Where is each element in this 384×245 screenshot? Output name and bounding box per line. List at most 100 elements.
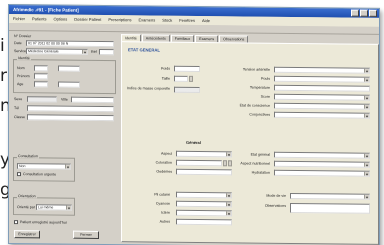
coloration-field[interactable]	[176, 159, 222, 167]
ictere-label: Ictère	[161, 210, 170, 215]
ref-label: Réf	[91, 49, 97, 54]
consultation-select[interactable]: Non	[17, 163, 71, 170]
identity-group-title: Identité	[17, 56, 31, 61]
menu-aide[interactable]: Aide	[202, 16, 210, 25]
menu-fenetres[interactable]: Fenêtres	[179, 16, 195, 25]
ref-field[interactable]	[99, 48, 114, 56]
aspect-nutritionnel-field[interactable]	[274, 160, 370, 168]
menu-fichier[interactable]: Fichier	[13, 14, 25, 23]
orientation-select[interactable]: Lui même	[36, 204, 72, 211]
patient-sidebar: N° Dossier Date 01 07 2011 02 00 00 08 N…	[13, 33, 119, 242]
chevron-down-icon[interactable]	[364, 171, 369, 176]
imc-label: Indice de masse corporelle	[127, 86, 170, 91]
save-button[interactable]: Enregistrer	[14, 230, 40, 239]
section-title: ETAT GENERAL	[128, 47, 160, 53]
chevron-down-icon[interactable]	[364, 77, 369, 82]
chevron-down-icon[interactable]	[66, 205, 71, 210]
temperature-field[interactable]	[274, 84, 370, 92]
orientation-label: Orienté par	[17, 205, 35, 210]
score-label: Score	[260, 94, 270, 99]
age-label: Age	[17, 82, 24, 87]
service-select[interactable]: Médecine Générale	[26, 48, 88, 55]
cyanose-field[interactable]	[176, 200, 232, 208]
nom-field[interactable]	[34, 65, 48, 72]
nom-extra-field[interactable]	[58, 65, 80, 72]
chevron-down-icon[interactable]	[364, 95, 369, 100]
chevron-down-icon[interactable]	[364, 68, 369, 73]
close-form-button[interactable]: Fermer	[73, 230, 99, 239]
menu-options[interactable]: Options	[53, 14, 67, 23]
age-extra-field[interactable]	[58, 81, 80, 88]
file-number-label: N° Dossier	[14, 34, 32, 39]
maximize-button[interactable]	[360, 9, 368, 17]
score-field[interactable]	[274, 93, 370, 101]
ictere-field[interactable]	[176, 209, 232, 217]
prenom-field[interactable]	[34, 73, 48, 80]
chevron-down-icon[interactable]	[226, 211, 231, 216]
chevron-down-icon[interactable]	[82, 49, 87, 54]
hydratation-label: Hydratation	[251, 170, 270, 175]
tel-field[interactable]	[27, 105, 114, 113]
chevron-down-icon[interactable]	[226, 152, 231, 157]
chevron-down-icon[interactable]	[65, 164, 70, 169]
coloration-stepper[interactable]	[223, 160, 227, 167]
pouls-label: Pouls	[261, 76, 270, 81]
chevron-down-icon[interactable]	[364, 194, 369, 199]
menu-dossier[interactable]: Dossier Patient	[74, 15, 101, 24]
observations-field[interactable]	[290, 202, 370, 214]
tension-field[interactable]	[274, 66, 370, 74]
classe-field[interactable]	[27, 114, 114, 122]
chevron-down-icon[interactable]	[364, 162, 369, 167]
minimize-button[interactable]	[351, 9, 359, 17]
date-field[interactable]: 01 07 2011 02 00 00 08 N	[26, 40, 114, 48]
chevron-down-icon[interactable]	[226, 193, 231, 198]
poids-field[interactable]	[174, 65, 200, 73]
ville-field[interactable]	[71, 96, 114, 104]
mode-de-vie-label: Mode de vie	[266, 193, 286, 198]
chevron-down-icon[interactable]	[364, 153, 369, 158]
urgent-checkbox[interactable]	[17, 172, 21, 177]
prenom-label: Prénom	[17, 74, 30, 79]
etat-conscience-field[interactable]	[274, 102, 370, 110]
sexe-field[interactable]	[27, 96, 57, 103]
conjonctives-field[interactable]	[274, 111, 370, 119]
imc-field[interactable]	[174, 86, 200, 94]
menu-stock[interactable]: Stock	[162, 16, 172, 25]
menu-patients[interactable]: Patients	[32, 14, 46, 23]
hydratation-field[interactable]	[274, 169, 370, 177]
general-subtitle: Général	[186, 139, 201, 146]
cyanose-label: Cyanose	[155, 201, 170, 206]
aspect-field[interactable]	[176, 150, 232, 158]
background-letter: i	[0, 36, 5, 56]
aspect-nutritionnel-label: Aspect nutritionnel	[240, 161, 270, 166]
coloration-stepper-2[interactable]	[228, 160, 232, 167]
pouls-field[interactable]	[274, 75, 370, 83]
chevron-down-icon[interactable]	[364, 104, 369, 109]
oedemes-field[interactable]	[176, 168, 232, 176]
menu-prescriptions[interactable]: Prescriptions	[108, 15, 131, 24]
app-window: Afrimedic .#91 - [Fiche Patient] Fichier…	[8, 4, 380, 245]
taille-stepper[interactable]	[189, 75, 193, 82]
orientation-group-title: Orientation	[17, 194, 37, 199]
taille-field[interactable]	[174, 75, 188, 82]
menu-examens[interactable]: Examens	[139, 15, 156, 24]
registered-today-label: Patient enregistré aujourd'hui	[20, 220, 67, 225]
temperature-label: Température	[249, 85, 270, 90]
pli-cutane-field[interactable]	[176, 191, 232, 199]
mode-de-vie-field[interactable]	[290, 192, 370, 200]
background-letter: r	[0, 66, 7, 86]
close-button[interactable]	[369, 9, 377, 17]
registered-today-checkbox[interactable]	[14, 220, 18, 225]
autres-field[interactable]	[176, 218, 232, 226]
detail-panel: Identité Antécédents Familiaux Examens O…	[121, 34, 379, 245]
classe-label: Classe	[14, 115, 25, 120]
etat-general-field[interactable]	[274, 151, 370, 159]
conjonctives-label: Conjonctives	[249, 112, 270, 117]
age-field[interactable]	[34, 81, 48, 88]
date-label: Date	[14, 41, 22, 46]
orientation-value: Lui même	[38, 205, 54, 210]
chevron-down-icon[interactable]	[226, 202, 231, 207]
autres-label: Autres	[159, 219, 170, 224]
identity-group: Identité Nom Prénom Age	[13, 56, 116, 95]
chevron-down-icon[interactable]	[364, 113, 369, 118]
